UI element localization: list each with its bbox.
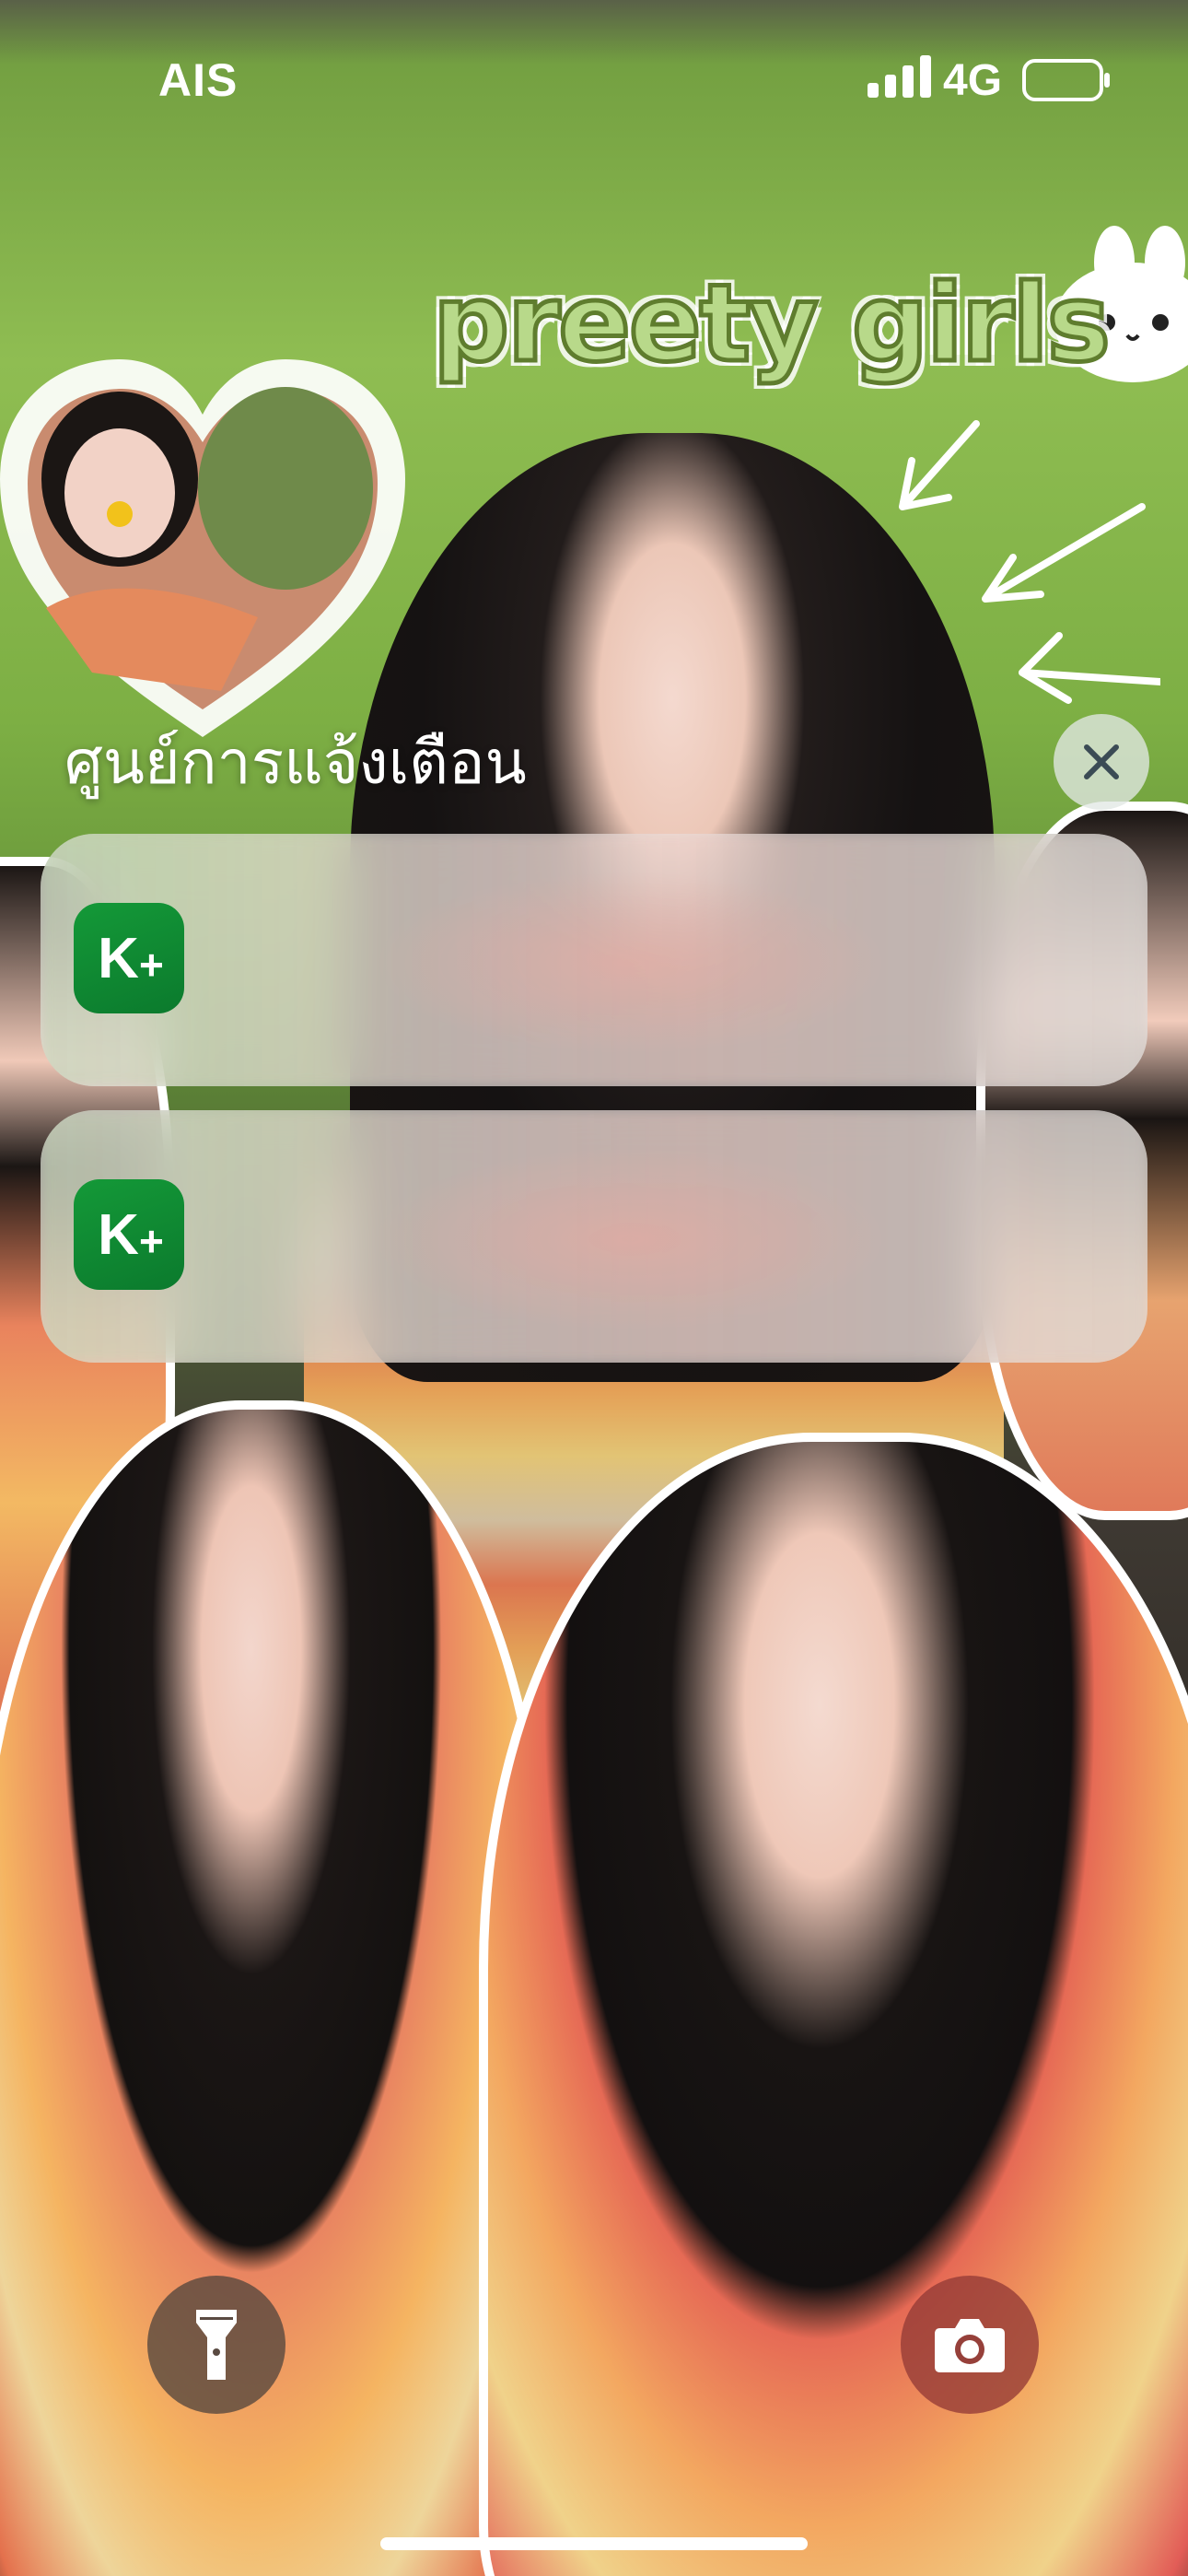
wallpaper-photo-left [0,1400,553,2576]
close-icon [1084,744,1119,779]
notification-center-title: ศูนย์การแจ้งเตือน [64,727,527,798]
clear-notifications-button[interactable] [1054,714,1149,810]
camera-icon [935,2319,1005,2372]
app-icon-plus: + [138,941,164,989]
kplus-app-icon: K + [74,903,184,1013]
notification-blurred-shape [372,1147,888,1331]
carrier-name: AIS [158,54,239,106]
camera-button[interactable] [901,2276,1039,2414]
app-icon-plus: + [138,1217,164,1265]
battery-icon [1022,59,1110,101]
notification-blurred-shape [372,871,888,1055]
notification-card[interactable]: K + [41,1110,1147,1363]
kplus-app-icon: K + [74,1179,184,1290]
flashlight-icon [196,2310,237,2380]
lock-screen: preety girls AIS 4G ศูนย์การแจ้งเตือน K … [0,0,1188,2576]
status-bar: AIS 4G [0,0,1188,157]
arrow-doodles [899,420,1160,704]
signal-strength-icon [868,55,931,98]
flashlight-button[interactable] [147,2276,285,2414]
wallpaper-sticker-text: preety girls [431,260,1113,389]
home-indicator[interactable] [380,2537,808,2550]
notification-card[interactable]: K + [41,834,1147,1086]
network-type: 4G [943,56,1003,105]
app-icon-letter: K [98,1202,139,1267]
heart-sticker [0,359,405,737]
wallpaper-photo-right [479,1433,1188,2576]
app-icon-letter: K [98,926,139,990]
